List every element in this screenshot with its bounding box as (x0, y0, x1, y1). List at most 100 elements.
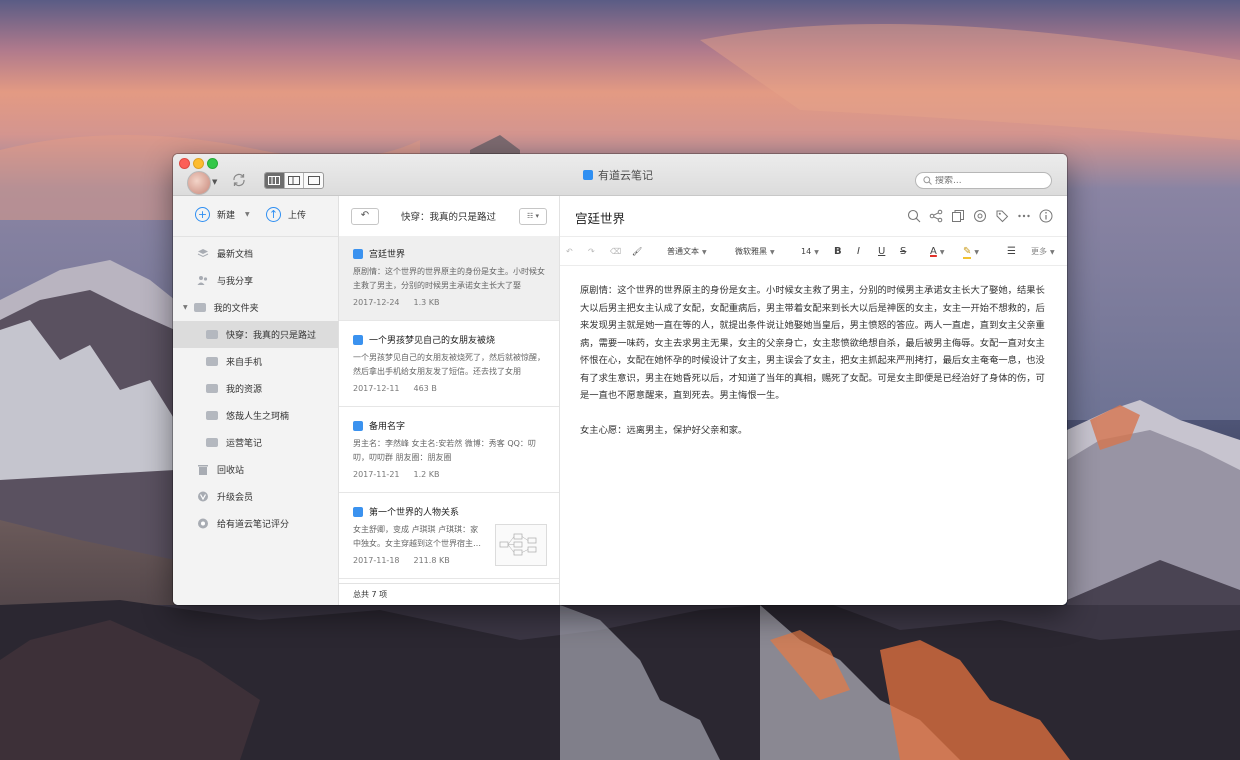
sidebar-item-upgrade[interactable]: 升级会员 (173, 483, 362, 510)
note-icon (353, 420, 363, 431)
chevron-down-icon[interactable]: ▼ (212, 178, 217, 186)
zoom-window-button[interactable] (207, 158, 218, 169)
font-color-icon: A (930, 246, 937, 257)
note-size: 463 B (413, 384, 437, 393)
document-title[interactable]: 宫廷世界 (575, 208, 625, 227)
redo-icon[interactable]: ↷ (588, 237, 595, 266)
note-item-title: 一个男孩梦见自己的女朋友被烧 (353, 333, 495, 346)
note-meta: 2017-12-11 463 B (353, 384, 437, 393)
copy-icon[interactable] (951, 209, 965, 223)
list-options-icon: ☷ ▾ (526, 212, 539, 220)
search-in-note-icon[interactable] (907, 209, 921, 223)
search-box[interactable] (915, 172, 1052, 189)
sidebar-item-folder-resources[interactable]: 我的资源 (173, 375, 338, 402)
sidebar-item-label: 运营笔记 (226, 439, 263, 449)
format-painter-icon[interactable]: 🖌 (632, 237, 642, 266)
chevron-down-icon: ▼ (939, 249, 945, 256)
history-icon[interactable] (973, 209, 987, 223)
italic-button[interactable]: I (857, 237, 860, 266)
font-size-select[interactable]: 14 ▼ (801, 237, 819, 266)
sidebar-item-label: 快穿：我真的只是路过 (226, 331, 317, 341)
bold-button[interactable]: B (834, 237, 842, 266)
editor-actions (907, 209, 1053, 223)
note-item-title: 备用名字 (353, 419, 405, 432)
more-options-icon[interactable] (1017, 209, 1031, 223)
note-excerpt: 一个男孩梦见自己的女朋友被烧死了，然后就被惊醒，然后拿出手机给女朋友发了短信。还… (353, 353, 545, 376)
chevron-down-icon: ▼ (1050, 249, 1055, 256)
sidebar-item-folder-kuaichuan[interactable]: 快穿：我真的只是路过 (173, 321, 338, 348)
sidebar-item-label: 悠哉人生之珂楠 (226, 412, 290, 422)
sidebar-item-folder-mobile[interactable]: 来自手机 (173, 348, 338, 375)
sidebar-item-folder-operations[interactable]: 运营笔记 (173, 429, 338, 456)
paragraph-style-select[interactable]: 普通文本 ▼ (667, 237, 707, 266)
note-size: 1.3 KB (413, 298, 440, 307)
list-icon[interactable]: ☰ (1007, 237, 1016, 266)
note-item-title: 宫廷世界 (353, 247, 405, 260)
note-meta: 2017-11-21 1.2 KB (353, 470, 440, 479)
new-label: 新建 (217, 211, 236, 221)
close-window-button[interactable] (179, 158, 190, 169)
font-size-value: 14 (801, 247, 812, 256)
view-mode-switch (264, 172, 324, 189)
sidebar: + 新建 ▼ ↑ 上传 最新文档 与我分享 ▼ 我的文件夹 快穿：我真的只是路过… (173, 196, 339, 605)
note-item[interactable]: 宫廷世界 原剧情：这个世界的世界原主的身份是女主。小时候女主救了男主，分别的时候… (339, 236, 559, 321)
chevron-down-icon[interactable]: ▼ (183, 304, 188, 311)
sidebar-item-latest[interactable]: 最新文档 (173, 240, 362, 267)
diagram-thumbnail-icon (499, 533, 537, 556)
sidebar-item-my-folders[interactable]: ▼ 我的文件夹 (173, 294, 348, 321)
font-family-select[interactable]: 微软雅黑 ▼ (735, 237, 775, 266)
sidebar-item-folder-youzai[interactable]: 悠哉人生之珂楠 (173, 402, 338, 429)
avatar[interactable] (187, 171, 211, 195)
sidebar-item-label: 我的资源 (226, 385, 263, 395)
strikethrough-button[interactable]: S (900, 237, 906, 266)
note-title-text: 一个男孩梦见自己的女朋友被烧 (369, 336, 496, 346)
more-format-button[interactable]: 更多 ▼ (1031, 237, 1055, 266)
note-item[interactable]: 一个男孩梦见自己的女朋友被烧 一个男孩梦见自己的女朋友被烧死了，然后就被惊醒，然… (339, 322, 559, 407)
note-item[interactable]: 备用名字 男主名：李然峰 女主名:安若然 微博：秀客 QQ：叨叨，叨叨群 朋友圈… (339, 408, 559, 493)
youdao-note-logo-icon (583, 170, 593, 180)
paragraph-style-value: 普通文本 (667, 247, 699, 256)
note-paragraph: 原剧情：这个世界的世界原主的身份是女主。小时候女主救了男主，分别的时候男主承诺女… (580, 285, 1045, 401)
sort-options-button[interactable]: ☷ ▾ (519, 208, 547, 225)
chevron-down-icon: ▼ (974, 249, 980, 256)
note-item[interactable]: 第一个世界的人物关系 女主舒卿，变成 卢琪琪 卢琪琪：家中独女。女主穿越到这个世… (339, 494, 559, 579)
note-date: 2017-12-11 (353, 384, 400, 393)
upload-label: 上传 (288, 211, 307, 221)
underline-button[interactable]: U (878, 237, 885, 266)
sidebar-item-shared[interactable]: 与我分享 (173, 267, 362, 294)
note-count: 总共 7 项 (339, 583, 559, 605)
new-button[interactable]: + 新建 ▼ (195, 207, 250, 222)
note-item-title: 第一个世界的人物关系 (353, 505, 459, 518)
note-body[interactable]: 原剧情：这个世界的世界原主的身份是女主。小时候女主救了男主，分别的时候男主承诺女… (580, 282, 1050, 456)
search-input[interactable] (935, 175, 1035, 186)
note-size: 1.2 KB (413, 470, 440, 479)
highlight-button[interactable]: ✎ ▼ (963, 237, 979, 266)
layers-icon (197, 249, 209, 258)
sidebar-item-label: 我的文件夹 (213, 304, 259, 314)
undo-icon[interactable]: ↶ (566, 237, 573, 266)
note-size: 211.8 KB (413, 556, 450, 565)
search-icon (923, 176, 932, 185)
upload-button[interactable]: ↑ 上传 (266, 207, 306, 222)
sidebar-item-trash[interactable]: 回收站 (173, 456, 362, 483)
info-icon[interactable] (1039, 209, 1053, 223)
share-icon[interactable] (929, 209, 943, 223)
folder-icon (206, 330, 218, 339)
eraser-icon[interactable]: ⌫ (610, 237, 621, 266)
sidebar-actions: + 新建 ▼ ↑ 上传 (173, 196, 338, 237)
shared-users-icon (197, 276, 208, 285)
sync-icon[interactable] (231, 172, 247, 188)
folder-icon (193, 303, 206, 312)
back-button[interactable]: ↶ (351, 208, 379, 225)
sidebar-item-rate[interactable]: 给有道云笔记评分 (173, 510, 362, 537)
chevron-down-icon: ▼ (814, 249, 819, 256)
minimize-window-button[interactable] (193, 158, 204, 169)
upload-arrow-icon: ↑ (266, 207, 281, 222)
two-column-view-button[interactable] (285, 173, 305, 188)
note-date: 2017-12-24 (353, 298, 400, 307)
sidebar-item-label: 与我分享 (217, 277, 254, 287)
single-column-view-button[interactable] (304, 173, 323, 188)
font-color-button[interactable]: A ▼ (930, 237, 944, 266)
three-column-view-button[interactable] (265, 173, 285, 188)
tag-icon[interactable] (995, 209, 1009, 223)
